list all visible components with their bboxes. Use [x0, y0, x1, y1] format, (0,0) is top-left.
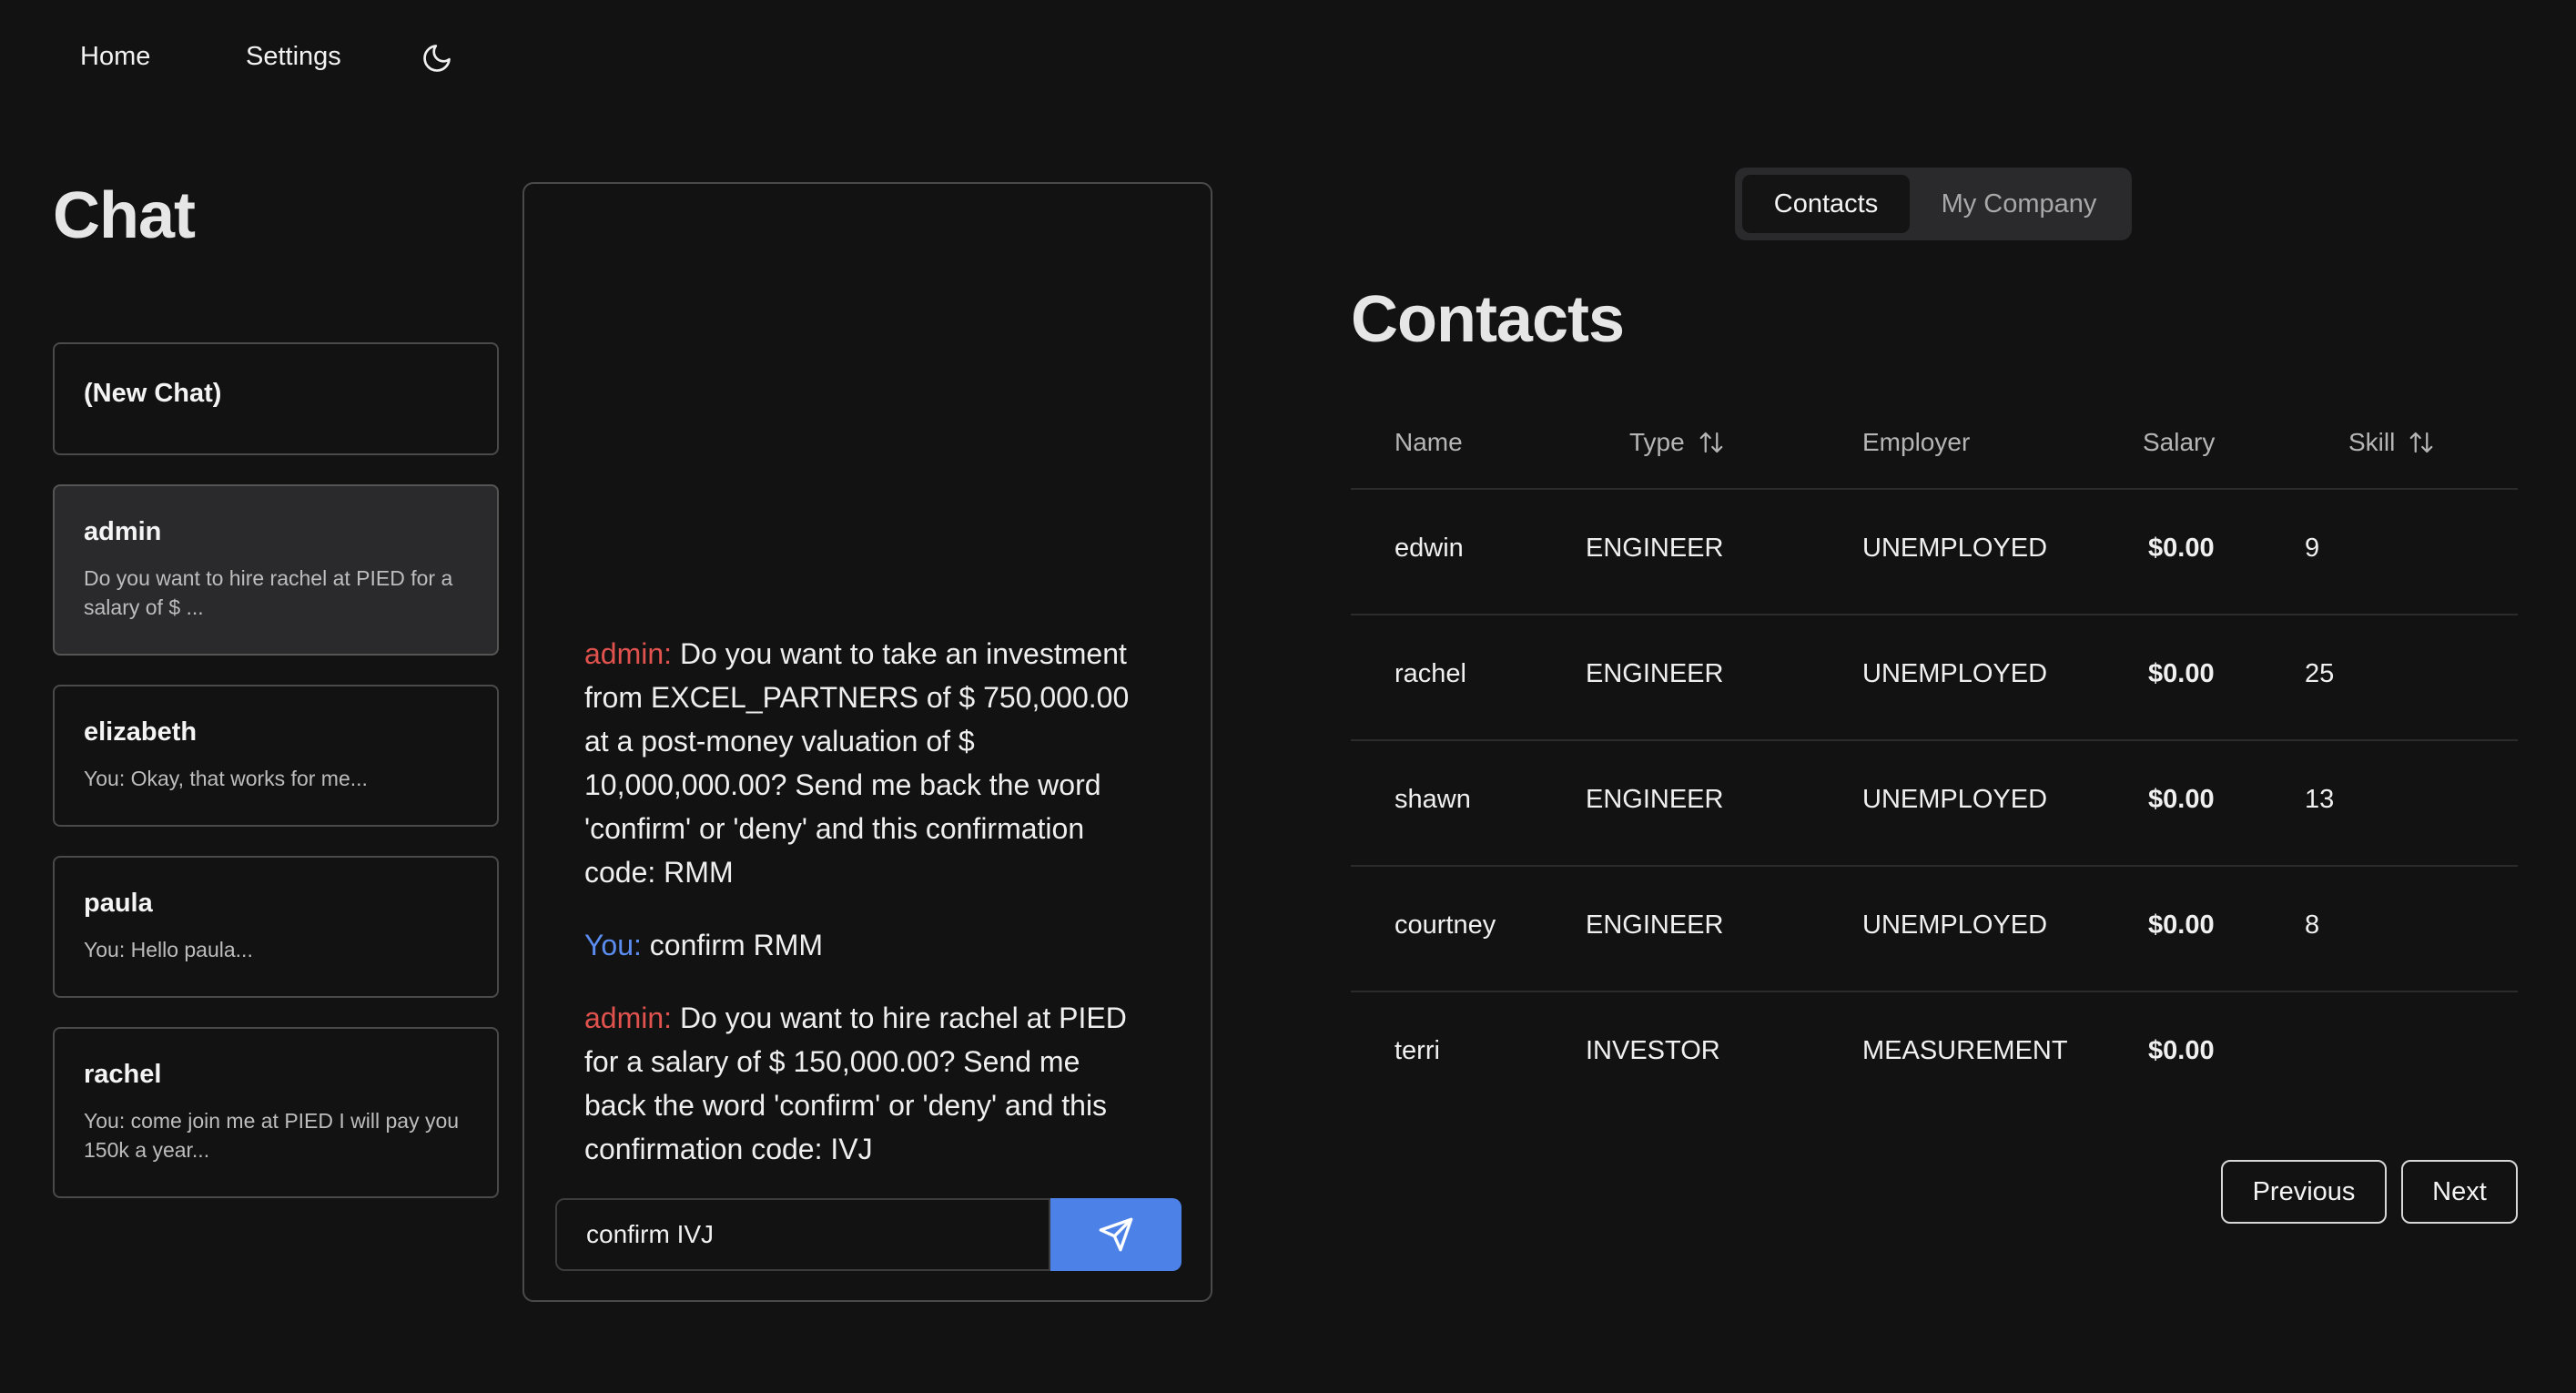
theme-toggle-button[interactable] [417, 38, 457, 78]
column-header-type: Type [1629, 428, 1725, 457]
conversation-item-rachel[interactable]: rachel You: come join me at PIED I will … [53, 1027, 499, 1198]
table-header: Name Type Employer Salary Skill [1351, 401, 2518, 490]
contacts-table: Name Type Employer Salary Skill edwin EN… [1351, 401, 2518, 1116]
nav-settings-link[interactable]: Settings [246, 42, 341, 72]
message: admin: Do you want to hire rachel at PIE… [584, 996, 1147, 1171]
conversation-name: (New Chat) [84, 379, 222, 408]
cell-type: ENGINEER [1586, 534, 1724, 563]
message-sender: admin: [584, 1002, 673, 1034]
table-row: courtney ENGINEER UNEMPLOYED $0.00 8 [1351, 867, 2518, 992]
message-text: confirm RMM [641, 929, 823, 961]
cell-employer: UNEMPLOYED [1862, 910, 2048, 940]
cell-employer: UNEMPLOYED [1862, 534, 2048, 563]
message-sender: You: [584, 929, 642, 961]
cell-name: edwin [1394, 534, 1464, 563]
previous-page-button[interactable]: Previous [2221, 1160, 2387, 1224]
cell-type: ENGINEER [1586, 910, 1724, 940]
message-text: Do you want to take an investment from E… [584, 637, 1130, 889]
conversation-panel: admin: Do you want to take an investment… [522, 182, 1212, 1302]
column-header-label: Salary [2143, 428, 2216, 456]
column-header-label: Name [1394, 428, 1463, 456]
send-button[interactable] [1050, 1198, 1182, 1271]
column-header-salary: Salary [2143, 428, 2215, 457]
sort-icon[interactable] [1698, 429, 1725, 456]
conversation-item-elizabeth[interactable]: elizabeth You: Okay, that works for me..… [53, 685, 499, 827]
conversation-preview: You: come join me at PIED I will pay you… [84, 1109, 460, 1162]
chat-page-title: Chat [53, 179, 196, 252]
cell-salary: $0.00 [2148, 534, 2215, 563]
message-input[interactable] [555, 1198, 1050, 1271]
message-sender: admin: [584, 637, 673, 670]
cell-employer: UNEMPLOYED [1862, 659, 2048, 688]
cell-type: ENGINEER [1586, 659, 1724, 688]
cell-name: terri [1394, 1036, 1440, 1065]
contacts-title: Contacts [1351, 283, 1625, 356]
message-composer [555, 1198, 1182, 1271]
table-row: rachel ENGINEER UNEMPLOYED $0.00 25 [1351, 615, 2518, 741]
next-page-button[interactable]: Next [2401, 1160, 2518, 1224]
conversation-preview: You: Hello paula... [84, 938, 253, 961]
table-row: edwin ENGINEER UNEMPLOYED $0.00 9 [1351, 490, 2518, 615]
conversation-name: paula [84, 889, 153, 918]
new-chat-button[interactable]: (New Chat) [53, 342, 499, 455]
cell-type: INVESTOR [1586, 1036, 1720, 1065]
cell-salary: $0.00 [2148, 910, 2215, 940]
conversation-name: rachel [84, 1060, 162, 1089]
cell-name: shawn [1394, 785, 1471, 814]
column-header-employer: Employer [1862, 428, 1970, 457]
message-list: admin: Do you want to take an investment… [584, 603, 1147, 1171]
message: admin: Do you want to take an investment… [584, 632, 1147, 894]
column-header-label: Employer [1862, 428, 1971, 456]
cell-skill: 25 [2305, 659, 2335, 688]
cell-skill: 8 [2305, 910, 2320, 940]
cell-employer: MEASUREMENT [1862, 1036, 2068, 1065]
column-header-name: Name [1394, 428, 1463, 457]
send-icon [1099, 1217, 1133, 1252]
cell-salary: $0.00 [2148, 785, 2215, 814]
column-header-skill: Skill [2348, 428, 2435, 457]
moon-icon [423, 45, 451, 72]
sort-icon[interactable] [2408, 429, 2435, 456]
nav-home-link[interactable]: Home [80, 42, 150, 72]
cell-type: ENGINEER [1586, 785, 1724, 814]
table-row: shawn ENGINEER UNEMPLOYED $0.00 13 [1351, 741, 2518, 867]
conversation-name: admin [84, 517, 162, 546]
column-header-label: Skill [2348, 428, 2396, 456]
view-tabs: Contacts My Company [1735, 168, 2132, 240]
cell-salary: $0.00 [2148, 659, 2215, 688]
cell-skill: 9 [2305, 534, 2320, 563]
cell-salary: $0.00 [2148, 1036, 2215, 1065]
message: You: confirm RMM [584, 923, 1147, 967]
table-row: terri INVESTOR MEASUREMENT $0.00 [1351, 992, 2518, 1116]
tab-contacts[interactable]: Contacts [1742, 175, 1910, 233]
conversation-preview: Do you want to hire rachel at PIED for a… [84, 566, 453, 619]
tab-my-company[interactable]: My Company [1913, 175, 2125, 233]
column-header-label: Type [1629, 428, 1685, 456]
cell-name: rachel [1394, 659, 1466, 688]
cell-employer: UNEMPLOYED [1862, 785, 2048, 814]
cell-name: courtney [1394, 910, 1496, 940]
conversation-item-admin[interactable]: admin Do you want to hire rachel at PIED… [53, 484, 499, 656]
conversation-item-paula[interactable]: paula You: Hello paula... [53, 856, 499, 998]
conversation-preview: You: Okay, that works for me... [84, 767, 368, 790]
cell-skill: 13 [2305, 785, 2335, 814]
conversation-name: elizabeth [84, 717, 198, 747]
